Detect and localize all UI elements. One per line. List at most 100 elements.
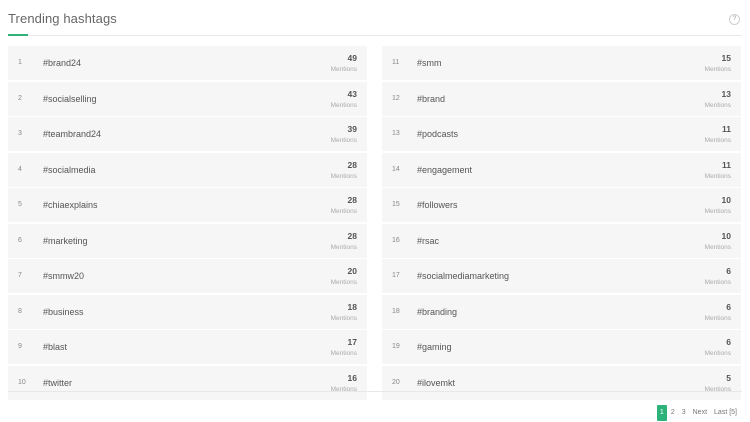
mentions-count: 43 [347,88,357,99]
hashtag-name[interactable]: #ilovemkt [417,378,455,388]
mentions-count: 13 [721,88,731,99]
hashtag-row[interactable]: 13 #podcasts 11 Mentions [382,117,741,152]
hashtag-rank: 15 [392,201,400,208]
hashtag-name[interactable]: #brand [417,94,445,104]
mentions-label: Mentions [704,208,731,215]
hashtag-name[interactable]: #gaming [417,342,452,352]
mentions-count: 10 [721,195,731,205]
hashtag-rank: 20 [392,378,400,386]
mentions-label: Mentions [330,243,357,251]
mentions-count: 6 [726,266,731,276]
hashtag-name[interactable]: #branding [417,307,457,317]
mentions-label: Mentions [704,66,731,73]
mentions-count: 28 [347,195,357,205]
hashtag-row[interactable]: 2 #socialselling 43 Mentions [8,81,367,117]
mentions-count: 11 [722,124,731,134]
mentions-label: Mentions [330,279,357,286]
hashtag-rank: 4 [18,165,22,173]
mentions-label: Mentions [330,314,357,322]
hashtag-row[interactable]: 4 #socialmedia 28 Mentions [8,152,367,188]
hashtag-name[interactable]: #podcasts [417,129,458,139]
hashtag-row[interactable]: 11 #smm 15 Mentions [382,46,741,81]
hashtag-list-left: 1 #brand24 49 Mentions 2 #socialselling 43 Ment… [8,46,367,401]
hashtag-rank: 12 [392,94,400,102]
hashtag-row[interactable]: 19 #gaming 6 Mentions [382,330,741,365]
hashtag-name[interactable]: #blast [43,342,67,352]
hashtag-name[interactable]: #engagement [417,165,472,175]
mentions-count: 5 [726,372,731,383]
hashtag-rank: 14 [392,165,400,173]
mentions-count: 15 [721,53,731,63]
hashtag-rank: 13 [392,130,400,137]
hashtag-row[interactable]: 17 #socialmediamarketing 6 Mentions [382,259,741,294]
mentions-label: Mentions [704,314,731,322]
page-2-button[interactable]: 2 [668,405,678,421]
mentions-label: Mentions [704,279,731,286]
mentions-count: 18 [347,301,357,312]
hashtag-name[interactable]: #teambrand24 [43,129,101,139]
mentions-label: Mentions [704,172,731,180]
hashtag-name[interactable]: #chiaexplains [43,200,98,210]
mentions-label: Mentions [704,137,731,144]
hashtag-rank: 3 [18,130,22,137]
hashtag-rank: 7 [18,272,22,279]
page-1-button[interactable]: 1 [656,405,667,421]
mentions-count: 6 [726,337,731,347]
hashtag-name[interactable]: #socialselling [43,94,97,104]
hashtag-rank: 17 [392,272,400,279]
hashtag-row[interactable]: 5 #chiaexplains 28 Mentions [8,188,367,223]
page-3-button[interactable]: 3 [679,405,689,421]
mentions-count: 6 [726,301,731,312]
header-divider [8,35,742,36]
pagination: 1 2 3 Next Last [5] [656,405,740,421]
hashtag-rank: 6 [18,236,22,244]
hashtag-name[interactable]: #business [43,307,84,317]
hashtag-row[interactable]: 3 #teambrand24 39 Mentions [8,117,367,152]
hashtag-rank: 5 [18,201,22,208]
last-page-button[interactable]: Last [5] [711,405,740,421]
mentions-label: Mentions [330,66,357,73]
hashtag-row[interactable]: 10 #twitter 16 Mentions [8,365,367,401]
hashtag-name[interactable]: #rsac [417,236,439,246]
mentions-count: 28 [347,230,357,241]
mentions-label: Mentions [330,137,357,144]
hashtag-list-right: 11 #smm 15 Mentions 12 #brand 13 Mentions 13 #pod… [382,46,741,401]
mentions-label: Mentions [330,208,357,215]
hashtag-row[interactable]: 7 #smmw20 20 Mentions [8,259,367,294]
mentions-count: 39 [347,124,357,134]
mentions-label: Mentions [330,172,357,180]
hashtag-rank: 10 [18,378,26,386]
mentions-label: Mentions [330,101,357,109]
hashtag-row[interactable]: 6 #marketing 28 Mentions [8,223,367,259]
hashtag-rank: 1 [18,59,22,66]
mentions-count: 49 [347,53,357,63]
mentions-count: 10 [721,230,731,241]
hashtag-rank: 9 [18,343,22,350]
hashtag-row[interactable]: 14 #engagement 11 Mentions [382,152,741,188]
hashtag-row[interactable]: 16 #rsac 10 Mentions [382,223,741,259]
hashtag-row[interactable]: 18 #branding 6 Mentions [382,294,741,330]
mentions-count: 16 [347,372,357,383]
hashtag-name[interactable]: #followers [417,200,458,210]
mentions-count: 20 [347,266,357,276]
mentions-label: Mentions [704,101,731,109]
hashtag-row[interactable]: 1 #brand24 49 Mentions [8,46,367,81]
hashtag-name[interactable]: #smmw20 [43,271,84,281]
hashtag-name[interactable]: #smm [417,58,442,68]
widget-header: Trending hashtags ? [8,0,742,36]
hashtag-row[interactable]: 15 #followers 10 Mentions [382,188,741,223]
hashtag-row[interactable]: 20 #ilovemkt 5 Mentions [382,365,741,401]
help-icon[interactable]: ? [729,14,740,25]
hashtag-name[interactable]: #brand24 [43,58,81,68]
hashtag-name[interactable]: #socialmedia [43,165,96,175]
hashtag-name[interactable]: #socialmediamarketing [417,271,509,281]
hashtag-rank: 8 [18,307,22,315]
list-bottom-divider [8,391,742,392]
hashtag-row[interactable]: 9 #blast 17 Mentions [8,330,367,365]
hashtag-name[interactable]: #marketing [43,236,88,246]
hashtag-row[interactable]: 8 #business 18 Mentions [8,294,367,330]
mentions-label: Mentions [704,350,731,357]
hashtag-row[interactable]: 12 #brand 13 Mentions [382,81,741,117]
hashtag-name[interactable]: #twitter [43,378,72,388]
next-page-button[interactable]: Next [690,405,710,421]
